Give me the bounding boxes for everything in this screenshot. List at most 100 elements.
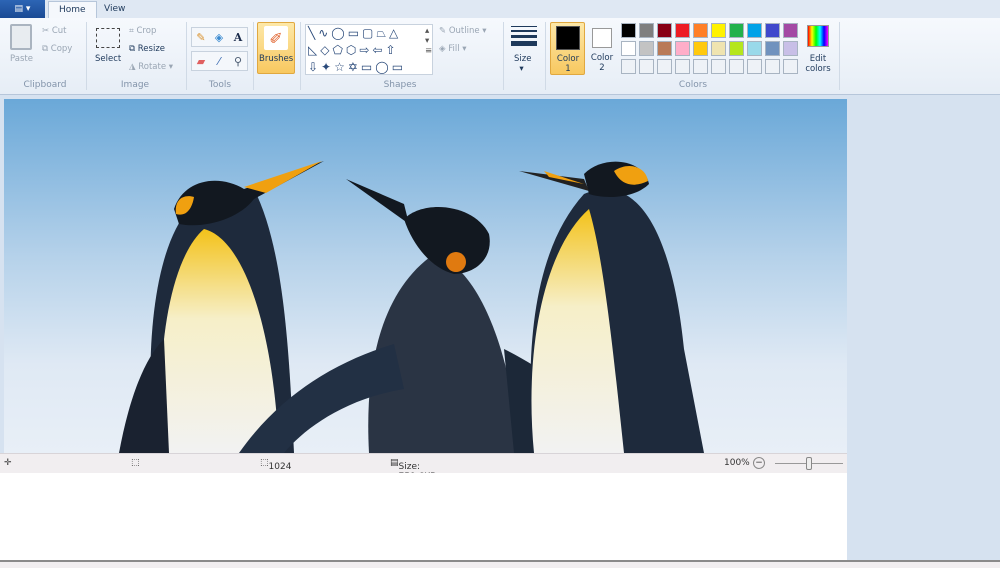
fill-label: Fill bbox=[448, 44, 460, 54]
paste-icon[interactable] bbox=[10, 24, 32, 50]
custom-color-slot[interactable] bbox=[765, 59, 780, 74]
divider bbox=[545, 22, 546, 90]
text-icon[interactable]: A bbox=[230, 29, 246, 45]
tab-home[interactable]: Home bbox=[48, 1, 97, 18]
shapes-row: ⇩✦☆✡▭◯▭ bbox=[308, 60, 407, 74]
selection-size-icon: ⬚ bbox=[131, 458, 140, 468]
rotate-label: Rotate bbox=[138, 62, 167, 72]
color-swatch[interactable] bbox=[639, 23, 654, 38]
color-swatch[interactable] bbox=[747, 23, 762, 38]
eraser-icon[interactable]: ▰ bbox=[193, 53, 209, 69]
copy-button[interactable]: ⧉ Copy bbox=[42, 44, 72, 54]
divider bbox=[86, 22, 87, 90]
custom-color-slot[interactable] bbox=[657, 59, 672, 74]
color-swatch[interactable] bbox=[675, 23, 690, 38]
tools-group-label: Tools bbox=[208, 80, 232, 90]
color-picker-icon[interactable]: ⁄ bbox=[211, 53, 227, 69]
brush-icon: ✐ bbox=[264, 26, 288, 50]
custom-color-slot[interactable] bbox=[783, 59, 798, 74]
color-swatch[interactable] bbox=[765, 41, 780, 56]
cut-label: Cut bbox=[51, 26, 67, 36]
color-swatch[interactable] bbox=[657, 23, 672, 38]
fill-icon[interactable]: ◈ bbox=[211, 29, 227, 45]
tab-view[interactable]: View bbox=[94, 1, 135, 18]
color-swatch[interactable] bbox=[711, 23, 726, 38]
custom-color-slot[interactable] bbox=[711, 59, 726, 74]
color-swatch[interactable] bbox=[693, 41, 708, 56]
cursor-position-icon: ✛ bbox=[4, 458, 12, 468]
magnifier-icon[interactable]: ⚲ bbox=[230, 53, 246, 69]
edit-colors-icon[interactable] bbox=[807, 25, 829, 47]
color-swatch[interactable] bbox=[765, 23, 780, 38]
custom-color-slot[interactable] bbox=[693, 59, 708, 74]
brushes-label: Brushes bbox=[259, 54, 294, 64]
paint-menu-icon: ▤ ▾ bbox=[14, 4, 31, 14]
cut-button[interactable]: ✂ Cut bbox=[42, 26, 66, 36]
pencil-icon[interactable]: ✎ bbox=[193, 29, 209, 45]
divider bbox=[503, 22, 504, 90]
color-swatch[interactable] bbox=[657, 41, 672, 56]
size-icon[interactable] bbox=[511, 26, 537, 46]
clipboard-group-label: Clipboard bbox=[23, 80, 67, 90]
crop-button[interactable]: ⌗ Crop bbox=[129, 26, 156, 36]
edit-colors-button[interactable]: Edit colors bbox=[804, 54, 832, 74]
color-swatch[interactable] bbox=[675, 41, 690, 56]
rotate-button[interactable]: ◮ Rotate ▾ bbox=[129, 62, 173, 72]
colors-group-label: Colors bbox=[678, 80, 708, 90]
zoom-slider-handle[interactable] bbox=[806, 457, 812, 470]
custom-color-slot[interactable] bbox=[621, 59, 636, 74]
color2-swatch bbox=[592, 28, 612, 48]
penguins-image bbox=[4, 99, 847, 453]
divider bbox=[253, 22, 254, 90]
color-swatch[interactable] bbox=[747, 41, 762, 56]
color2-label: Color 2 bbox=[590, 53, 614, 73]
copy-label: Copy bbox=[50, 44, 73, 54]
outline-button[interactable]: ✎ Outline ▾ bbox=[439, 26, 487, 36]
size-label: Size bbox=[514, 54, 532, 64]
color-swatch[interactable] bbox=[783, 23, 798, 38]
color-swatch[interactable] bbox=[783, 41, 798, 56]
custom-color-slot[interactable] bbox=[729, 59, 744, 74]
color2-button[interactable]: Color 2 bbox=[591, 22, 613, 75]
image-dimensions: ⬚ 1024 × 768px bbox=[260, 458, 297, 492]
resize-button[interactable]: ⧉ Resize bbox=[129, 44, 165, 54]
status-bar: ✛ ⬚ ⬚ 1024 × 768px ▤ Size: 759.6KB 100% … bbox=[0, 453, 847, 492]
divider bbox=[839, 22, 840, 90]
divider bbox=[300, 22, 301, 90]
ribbon: Paste ✂ Cut ⧉ Copy Clipboard Select ⌗ Cr… bbox=[0, 18, 1000, 95]
shapes-scroll[interactable]: ▴ ▾ ≡ bbox=[425, 26, 432, 56]
divider bbox=[186, 22, 187, 90]
image-group-label: Image bbox=[120, 80, 150, 90]
ribbon-tabs: ▤ ▾ Home View bbox=[0, 0, 1000, 18]
bottom-status-bar bbox=[0, 560, 1000, 568]
select-button[interactable]: Select bbox=[95, 54, 121, 64]
color-swatch[interactable] bbox=[693, 23, 708, 38]
zoom-level: 100% bbox=[724, 458, 750, 468]
custom-color-slot[interactable] bbox=[675, 59, 690, 74]
outline-label: Outline bbox=[448, 26, 480, 36]
size-button[interactable]: Size ▾ bbox=[514, 54, 531, 74]
shapes-group-label: Shapes bbox=[383, 80, 417, 90]
color1-swatch bbox=[556, 26, 580, 50]
paste-button[interactable]: Paste bbox=[10, 54, 33, 64]
color-swatch[interactable] bbox=[639, 41, 654, 56]
zoom-out-button[interactable]: − bbox=[753, 457, 765, 469]
custom-color-slot[interactable] bbox=[747, 59, 762, 74]
brushes-button[interactable]: ✐ Brushes bbox=[257, 22, 295, 74]
color-swatch[interactable] bbox=[729, 23, 744, 38]
fill-button[interactable]: ◈ Fill ▾ bbox=[439, 44, 467, 54]
app-menu-button[interactable]: ▤ ▾ bbox=[0, 0, 45, 18]
shapes-gallery[interactable]: ╲∿◯▭▢⏢△ ◺◇⬠⬡⇨⇦⇧ ⇩✦☆✡▭◯▭ bbox=[305, 24, 433, 75]
select-icon[interactable] bbox=[96, 28, 120, 48]
color-swatch[interactable] bbox=[621, 23, 636, 38]
color-swatch[interactable] bbox=[621, 41, 636, 56]
color1-button[interactable]: Color 1 bbox=[550, 22, 585, 75]
canvas-blank-area bbox=[0, 473, 847, 560]
color-swatch[interactable] bbox=[729, 41, 744, 56]
file-size: ▤ Size: 759.6KB bbox=[390, 458, 436, 482]
custom-color-slot[interactable] bbox=[639, 59, 654, 74]
color-swatch[interactable] bbox=[711, 41, 726, 56]
shapes-row: ◺◇⬠⬡⇨⇦⇧ bbox=[308, 43, 399, 57]
drawing-canvas[interactable] bbox=[4, 99, 847, 453]
shapes-row: ╲∿◯▭▢⏢△ bbox=[308, 26, 402, 40]
